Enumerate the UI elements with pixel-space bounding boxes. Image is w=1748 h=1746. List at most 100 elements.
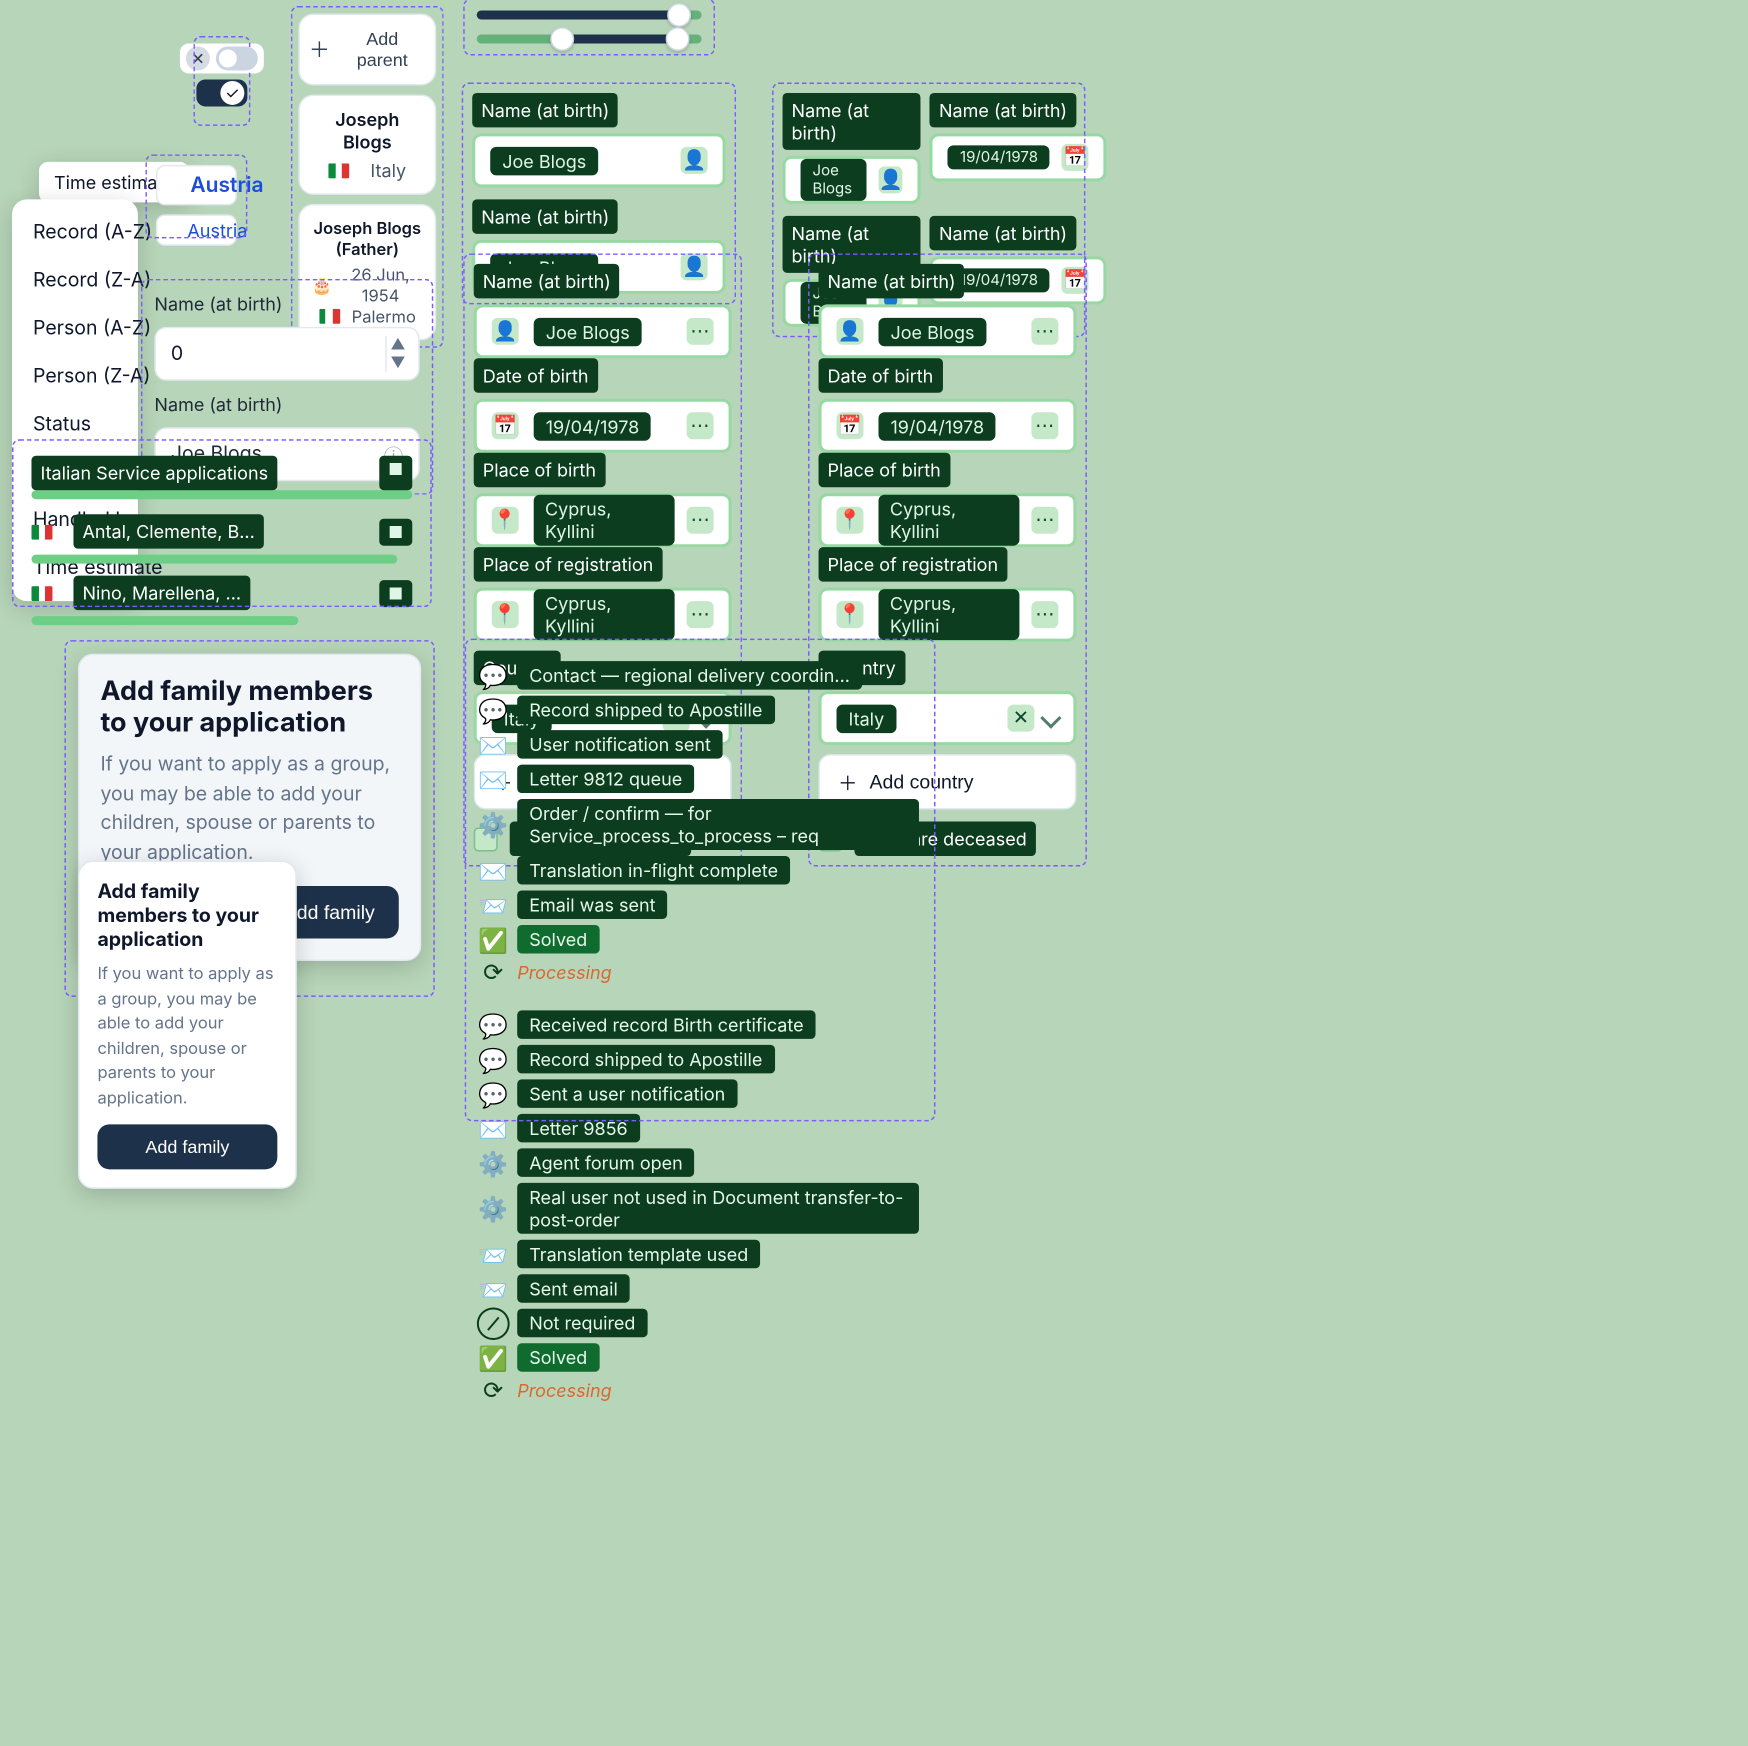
add-parent-button[interactable]: ＋ Add parent bbox=[298, 13, 436, 85]
task-row[interactable]: 📨Translation template used bbox=[481, 1240, 919, 1268]
toggle-stack: ✕ ✓ bbox=[195, 37, 249, 124]
task-row[interactable]: ✉️Letter 9856 bbox=[481, 1114, 919, 1142]
trailing-icon: ⋯ bbox=[1031, 412, 1058, 439]
task-row[interactable]: ⚙️Real user not used in Document transfe… bbox=[481, 1183, 919, 1234]
chip-label: Austria bbox=[190, 172, 263, 197]
user-icon: 👤 bbox=[492, 318, 519, 345]
task-row[interactable]: ✉️User notification sent bbox=[481, 730, 919, 758]
task-row[interactable]: 📨Sent email bbox=[481, 1274, 919, 1302]
field-value: 19/04/1978 bbox=[534, 412, 652, 440]
range-slider[interactable] bbox=[477, 10, 702, 19]
field-label: Name (at birth) bbox=[472, 93, 618, 127]
task-row[interactable]: ⊘Not required bbox=[481, 1309, 919, 1337]
dark-toggle[interactable]: ✓ bbox=[196, 79, 247, 106]
task-text: Record shipped to Apostille bbox=[517, 1045, 774, 1073]
calendar-icon: 📅 bbox=[1062, 144, 1089, 171]
btn-label: Add family bbox=[145, 1136, 229, 1157]
form-label: Name (at birth) bbox=[154, 393, 419, 415]
task-row[interactable]: 📨 Email was sent bbox=[481, 890, 919, 918]
task-row[interactable]: 💬Sent a user notification bbox=[481, 1079, 919, 1107]
pin-icon: 📍 bbox=[837, 601, 863, 628]
task-text: Letter 9856 bbox=[517, 1114, 640, 1142]
card-body: If you want to apply as a group, you may… bbox=[97, 961, 277, 1109]
task-row[interactable]: ✅Solved bbox=[481, 925, 919, 953]
task-row[interactable]: ⟳Processing bbox=[481, 959, 919, 983]
step-down-icon[interactable]: ▼ bbox=[385, 354, 409, 372]
check-icon: ✅ bbox=[481, 1345, 505, 1369]
form-field[interactable]: 📅19/04/1978⋯ bbox=[474, 399, 732, 453]
form-field[interactable]: 📍Cyprus, Kyllini⋯ bbox=[819, 588, 1077, 642]
task-row[interactable]: 💬Contact — regional delivery coordin... bbox=[481, 661, 919, 689]
task-text: Email was sent bbox=[517, 890, 667, 918]
task-row[interactable]: ✅Solved bbox=[481, 1343, 919, 1371]
chip-label: Austria bbox=[187, 219, 247, 241]
trailing-icon: ⋯ bbox=[1032, 601, 1058, 628]
task-text: Real user not used in Document transfer-… bbox=[517, 1183, 919, 1234]
chat-icon: 💬 bbox=[481, 698, 505, 722]
field-value: 19/04/1978 bbox=[948, 145, 1050, 169]
task-row[interactable]: ✉️Letter 9812 queue bbox=[481, 765, 919, 793]
task-row[interactable]: 💬 Record shipped to Apostille bbox=[481, 696, 919, 724]
date-input[interactable]: 19/04/1978 📅 bbox=[930, 133, 1107, 181]
field-label: Name (at birth) bbox=[474, 264, 620, 298]
toggle[interactable] bbox=[216, 46, 258, 70]
stepper-value: 0 bbox=[171, 342, 183, 366]
sort-item[interactable]: Record (Z-A) bbox=[12, 256, 138, 304]
trailing-icon: ⋯ bbox=[687, 601, 713, 628]
send-icon: 📨 bbox=[481, 893, 505, 917]
task-row[interactable]: 💬Record shipped to Apostille bbox=[481, 1045, 919, 1073]
add-family-button[interactable]: Add family bbox=[97, 1124, 277, 1169]
form-field[interactable]: 👤Joe Blogs⋯ bbox=[819, 304, 1077, 358]
task-row[interactable]: ✉️Translation in-flight complete bbox=[481, 856, 919, 884]
close-icon[interactable]: ✕ bbox=[186, 46, 210, 70]
name-input[interactable]: Joe Blogs 👤 bbox=[472, 133, 725, 187]
slider-knob[interactable] bbox=[667, 3, 691, 27]
form-field[interactable]: 📅19/04/1978⋯ bbox=[819, 399, 1077, 453]
pin-icon: 📍 bbox=[492, 507, 518, 534]
user-icon: 👤 bbox=[681, 147, 708, 174]
status-badge: ■ bbox=[379, 579, 412, 606]
task-row[interactable]: 💬Received record Birth certificate bbox=[481, 1010, 919, 1038]
form-field[interactable]: 👤Joe Blogs⋯ bbox=[474, 304, 732, 358]
person-card[interactable]: Joseph Blogs Italy bbox=[298, 94, 436, 194]
task-text: Record shipped to Apostille bbox=[517, 696, 774, 724]
name-input[interactable]: Joe Blogs 👤 bbox=[783, 156, 921, 204]
field-label: Date of birth bbox=[819, 358, 943, 392]
form-field[interactable]: 📍 Cyprus, Kyllini ⋯ bbox=[474, 588, 732, 642]
group-name: Antal, Clemente, B... bbox=[73, 514, 263, 548]
field-value: Joe Blogs bbox=[878, 317, 986, 345]
slider-knob[interactable] bbox=[550, 27, 574, 51]
mail-icon: ✉️ bbox=[481, 767, 505, 791]
range-slider[interactable] bbox=[477, 34, 702, 43]
flag-it-icon bbox=[31, 585, 52, 600]
task-row[interactable]: ⟳Processing bbox=[481, 1378, 919, 1402]
person-country: Italy bbox=[370, 159, 406, 181]
chip-austria-small[interactable]: Austria bbox=[156, 214, 237, 245]
relative-title: Joseph Blogs (Father) bbox=[312, 217, 423, 259]
field-value: Cyprus, Kyllini bbox=[533, 589, 675, 640]
panel-title: Italian Service applications bbox=[31, 456, 277, 490]
form-field[interactable]: 📍Cyprus, Kyllini⋯ bbox=[819, 493, 1077, 547]
groups-panel: Italian Service applications ■ Antal, Cl… bbox=[13, 441, 430, 606]
chip-austria-large[interactable]: Austria bbox=[156, 165, 237, 205]
family-panel: Add family members to your application I… bbox=[66, 642, 433, 996]
field-value: Joe Blogs bbox=[801, 159, 867, 201]
step-up-icon[interactable]: ▲ bbox=[385, 336, 409, 354]
cal-icon: 📅 bbox=[837, 412, 864, 439]
task-row[interactable]: ⚙️Order / confirm — for Service_process_… bbox=[481, 799, 919, 850]
form-field[interactable]: 📍Cyprus, Kyllini⋯ bbox=[474, 493, 732, 547]
task-row[interactable]: ⚙️Agent forum open bbox=[481, 1148, 919, 1176]
field-value: Cyprus, Kyllini bbox=[533, 495, 675, 546]
sort-item[interactable]: Person (Z-A) bbox=[12, 352, 138, 400]
slider-knob[interactable] bbox=[665, 27, 689, 51]
field-value: Joe Blogs bbox=[490, 146, 598, 174]
field-label: Place of birth bbox=[819, 453, 950, 487]
number-stepper[interactable]: 0 ▲ ▼ bbox=[154, 327, 419, 381]
sort-item[interactable]: Person (A-Z) bbox=[12, 304, 138, 352]
sort-item[interactable]: Record (A-Z) bbox=[12, 208, 138, 256]
pin-icon: 📍 bbox=[492, 601, 518, 628]
x-icon[interactable]: ✕ bbox=[1007, 705, 1034, 732]
chat-icon: 💬 bbox=[481, 1082, 505, 1106]
send-icon: 📨 bbox=[481, 1242, 505, 1266]
field-value: Cyprus, Kyllini bbox=[878, 495, 1020, 546]
